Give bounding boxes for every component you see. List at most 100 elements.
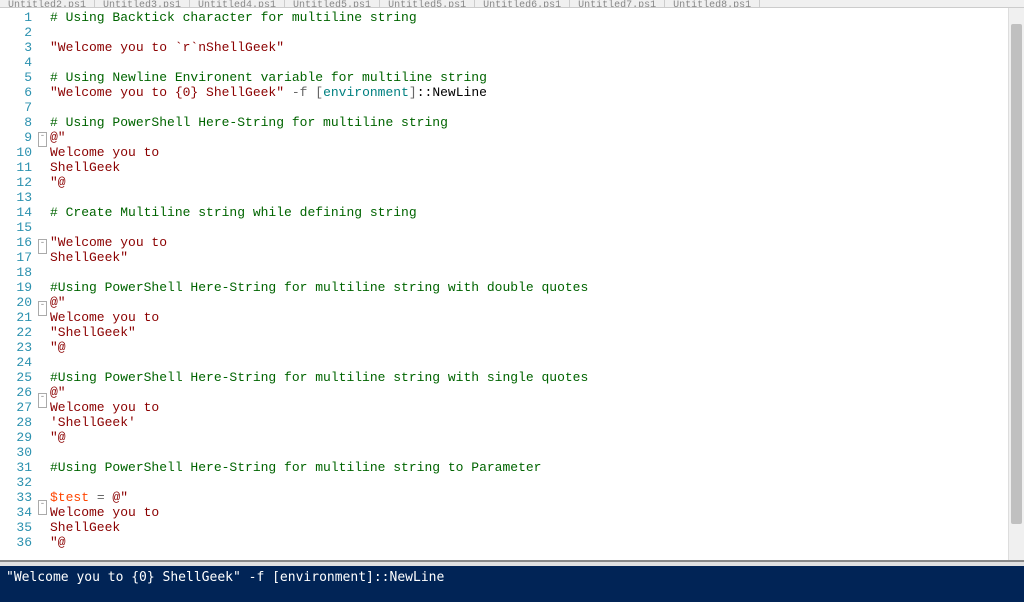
tab[interactable]: Untitled5.ps1 <box>380 0 475 7</box>
code-line[interactable] <box>50 445 1024 460</box>
line-number: 8 <box>0 115 32 130</box>
line-number: 7 <box>0 100 32 115</box>
fold-toggle <box>38 70 50 85</box>
fold-toggle[interactable]: - <box>38 500 50 515</box>
tab[interactable]: Untitled7.ps1 <box>570 0 665 7</box>
line-number: 35 <box>0 520 32 535</box>
code-line[interactable] <box>50 55 1024 70</box>
fold-toggle <box>38 530 50 545</box>
scrollbar-thumb[interactable] <box>1011 24 1022 524</box>
code-line[interactable]: #Using PowerShell Here-String for multil… <box>50 370 1024 385</box>
fold-toggle <box>38 331 50 346</box>
code-area[interactable]: # Using Backtick character for multiline… <box>50 8 1024 560</box>
code-line[interactable]: # Using Newline Environent variable for … <box>50 70 1024 85</box>
fold-toggle <box>38 177 50 192</box>
code-line[interactable]: @" <box>50 385 1024 400</box>
code-line[interactable]: ShellGeek" <box>50 250 1024 265</box>
fold-toggle <box>38 468 50 483</box>
line-number: 24 <box>0 355 32 370</box>
fold-toggle[interactable]: - <box>38 239 50 254</box>
code-line[interactable]: "@ <box>50 535 1024 550</box>
line-number: 14 <box>0 205 32 220</box>
code-line[interactable]: Welcome you to <box>50 400 1024 415</box>
fold-toggle <box>38 55 50 70</box>
code-line[interactable]: @" <box>50 295 1024 310</box>
code-line[interactable]: @" <box>50 130 1024 145</box>
fold-toggle <box>38 100 50 115</box>
fold-toggle <box>38 515 50 530</box>
fold-toggle <box>38 284 50 299</box>
tab[interactable]: Untitled5.ps1 <box>285 0 380 7</box>
code-line[interactable]: 'ShellGeek' <box>50 415 1024 430</box>
fold-column: - - - - - <box>38 8 50 560</box>
code-line[interactable]: "@ <box>50 175 1024 190</box>
vertical-scrollbar[interactable] <box>1008 8 1024 560</box>
line-number: 19 <box>0 280 32 295</box>
fold-toggle <box>38 254 50 269</box>
code-line[interactable]: Welcome you to <box>50 145 1024 160</box>
code-line[interactable]: "ShellGeek" <box>50 325 1024 340</box>
code-line[interactable]: # Using Backtick character for multiline… <box>50 10 1024 25</box>
code-line[interactable]: "Welcome you to <box>50 235 1024 250</box>
line-number: 10 <box>0 145 32 160</box>
console-pane[interactable]: "Welcome you to {0} ShellGeek" -f [envir… <box>0 560 1024 602</box>
code-line[interactable] <box>50 475 1024 490</box>
code-line[interactable] <box>50 25 1024 40</box>
fold-toggle <box>38 376 50 391</box>
line-number: 29 <box>0 430 32 445</box>
code-line[interactable]: # Create Multiline string while defining… <box>50 205 1024 220</box>
fold-toggle[interactable]: - <box>38 301 50 316</box>
code-line[interactable]: "Welcome you to `r`nShellGeek" <box>50 40 1024 55</box>
line-number: 3 <box>0 40 32 55</box>
fold-toggle <box>38 25 50 40</box>
code-line[interactable]: ShellGeek <box>50 520 1024 535</box>
code-line[interactable] <box>50 265 1024 280</box>
fold-toggle <box>38 483 50 498</box>
code-line[interactable] <box>50 220 1024 235</box>
code-line[interactable]: "@ <box>50 340 1024 355</box>
tab[interactable]: Untitled6.ps1 <box>475 0 570 7</box>
fold-toggle[interactable]: - <box>38 393 50 408</box>
code-line[interactable]: "Welcome you to {0} ShellGeek" -f [envir… <box>50 85 1024 100</box>
fold-toggle <box>38 115 50 130</box>
line-number: 1 <box>0 10 32 25</box>
line-number: 26 <box>0 385 32 400</box>
fold-toggle <box>38 408 50 423</box>
line-number: 17 <box>0 250 32 265</box>
code-line[interactable]: "@ <box>50 430 1024 445</box>
line-number: 18 <box>0 265 32 280</box>
line-number: 12 <box>0 175 32 190</box>
line-number: 4 <box>0 55 32 70</box>
tab[interactable]: Untitled2.ps1 <box>0 0 95 7</box>
fold-toggle <box>38 222 50 237</box>
fold-toggle <box>38 453 50 468</box>
line-number: 33 <box>0 490 32 505</box>
editor[interactable]: 1234567891011121314151617181920212223242… <box>0 8 1024 560</box>
tab[interactable]: Untitled8.ps1 <box>665 0 760 7</box>
code-line[interactable]: # Using PowerShell Here-String for multi… <box>50 115 1024 130</box>
code-line[interactable] <box>50 100 1024 115</box>
line-number: 31 <box>0 460 32 475</box>
line-number: 15 <box>0 220 32 235</box>
console-line: "Welcome you to {0} ShellGeek" -f [envir… <box>0 566 1024 589</box>
fold-toggle[interactable]: - <box>38 132 50 147</box>
code-line[interactable]: $test = @" <box>50 490 1024 505</box>
code-line[interactable]: ShellGeek <box>50 160 1024 175</box>
line-number: 2 <box>0 25 32 40</box>
tab[interactable]: Untitled3.ps1 <box>95 0 190 7</box>
code-line[interactable]: #Using PowerShell Here-String for multil… <box>50 460 1024 475</box>
fold-toggle <box>38 162 50 177</box>
code-line[interactable] <box>50 190 1024 205</box>
line-number: 16 <box>0 235 32 250</box>
line-number: 13 <box>0 190 32 205</box>
code-line[interactable]: #Using PowerShell Here-String for multil… <box>50 280 1024 295</box>
code-line[interactable]: Welcome you to <box>50 310 1024 325</box>
code-line[interactable] <box>50 355 1024 370</box>
fold-toggle <box>38 85 50 100</box>
tab[interactable]: Untitled4.ps1 <box>190 0 285 7</box>
fold-toggle <box>38 192 50 207</box>
code-line[interactable]: Welcome you to <box>50 505 1024 520</box>
fold-toggle <box>38 346 50 361</box>
fold-toggle <box>38 207 50 222</box>
line-number: 30 <box>0 445 32 460</box>
